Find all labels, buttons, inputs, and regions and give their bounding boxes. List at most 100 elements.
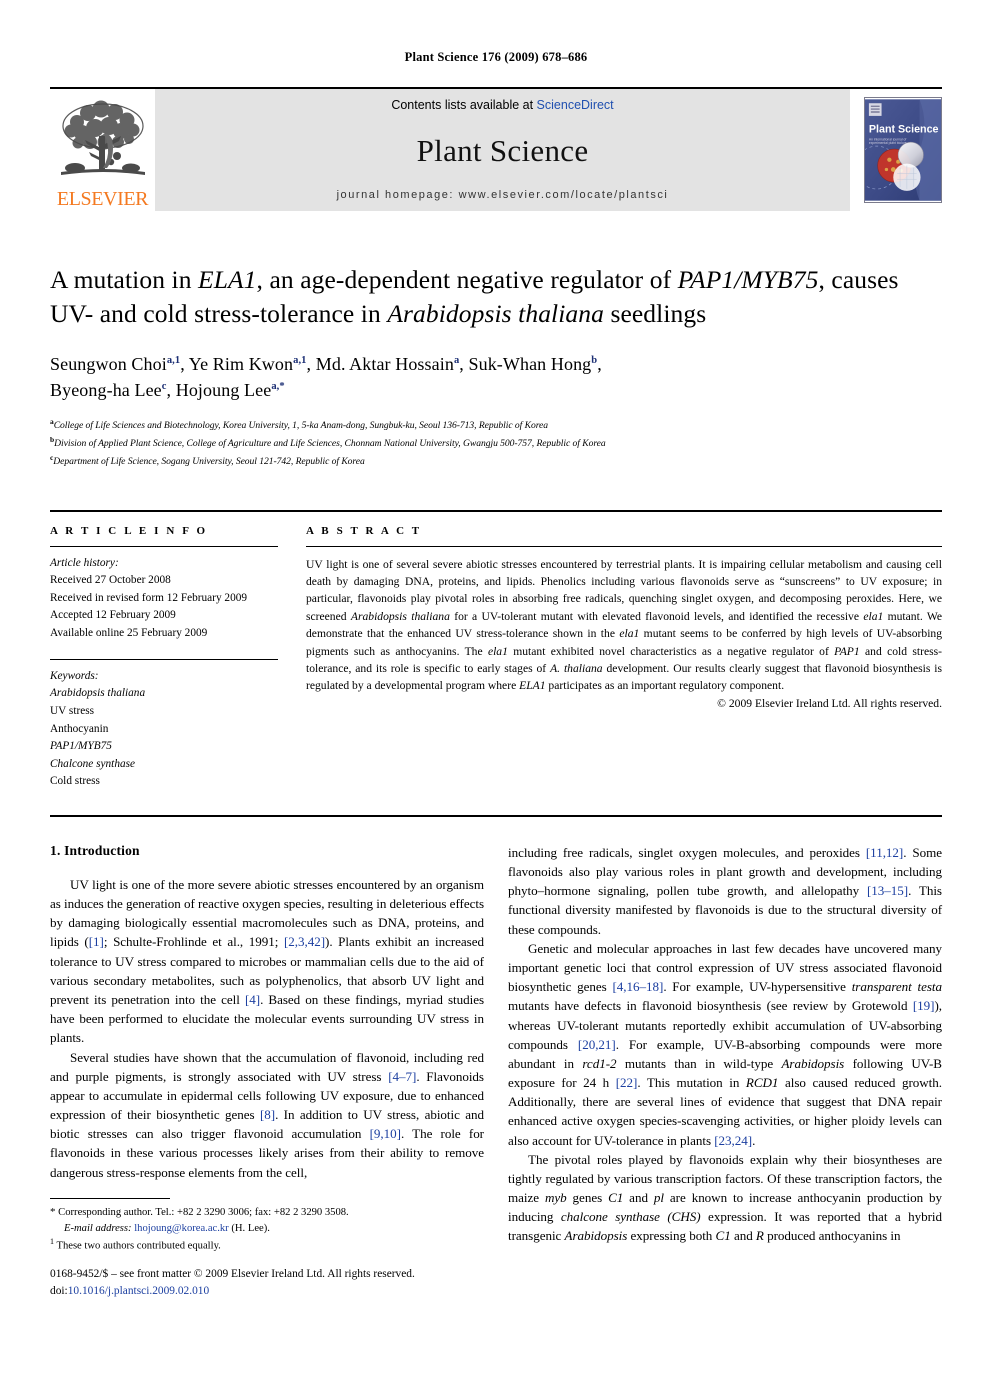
issn-copyright-line: 0168-9452/$ – see front matter © 2009 El… [50,1268,415,1280]
author-name: Md. Aktar Hossain [315,353,454,374]
citation-reference[interactable]: [22] [616,1075,638,1090]
page-footer: 0168-9452/$ – see front matter © 2009 El… [50,1266,550,1299]
citation-reference[interactable]: [8] [260,1107,275,1122]
paragraph: The pivotal roles played by flavonoids e… [508,1150,942,1246]
citation-reference[interactable]: [4] [245,992,260,1007]
journal-cover-thumbnail: Plant Science An international journal o… [850,89,942,211]
italic-term: rcd1-2 [582,1055,617,1071]
affiliation-text: Division of Applied Plant Science, Colle… [54,438,606,450]
keyword-item: UV stress [50,704,95,717]
footnote-corresponding-text: Corresponding author. Tel.: +82 2 3290 3… [58,1207,349,1218]
abstract-copyright: © 2009 Elsevier Ireland Ltd. All rights … [717,696,942,710]
footnote-rule [50,1198,170,1199]
sciencedirect-link[interactable]: ScienceDirect [537,98,614,112]
author-entry: Seungwon Choia,1, [50,354,189,374]
abstract-seg-italic: Arabidopsis thaliana [350,609,450,623]
journal-masthead: ELSEVIER Contents lists available at Sci… [50,86,942,211]
italic-term: transparent testa [851,979,942,995]
paragraph: Several studies have shown that the accu… [50,1048,484,1182]
article-info-label: A R T I C L E I N F O [50,524,208,537]
info-abstract-region: A R T I C L E I N F O Article history: R… [50,509,942,791]
paragraph: UV light is one of the more severe abiot… [50,875,484,1048]
abstract-text: UV light is one of several severe abioti… [306,547,942,695]
title-part-3: , [818,265,825,294]
footnote-corresponding-author: * Corresponding author. Tel.: +82 2 3290… [50,1204,484,1236]
citation-reference[interactable]: [19] [913,998,935,1013]
doi-value[interactable]: 10.1016/j.plantsci.2009.02.010 [68,1285,209,1297]
citation-reference[interactable]: [23,24] [714,1133,752,1148]
article-history-title: Article history: [50,556,119,569]
footnote-marker-1: 1 [50,1237,54,1247]
footnote-email-link[interactable]: lhojoung@korea.ac.kr [134,1223,228,1234]
article-info-column: A R T I C L E I N F O Article history: R… [50,525,278,791]
text-run: mutants have defects in flavonoid biosyn… [508,998,913,1014]
affiliation-list: aCollege of Life Sciences and Biotechnol… [50,416,942,469]
affiliation-text: College of Life Sciences and Biotechnolo… [53,420,549,432]
text-run: . [752,1132,756,1148]
body-top-rule [50,814,942,817]
citation-reference[interactable]: [9,10] [370,1126,401,1141]
abstract-seg-italic: ela1 [619,627,640,641]
italic-term: C1 [715,1228,731,1244]
journal-homepage-line[interactable]: journal homepage: www.elsevier.com/locat… [337,189,669,201]
doi-line: doi:10.1016/j.plantsci.2009.02.010 [50,1283,550,1300]
citation-reference[interactable]: [4,16–18] [612,979,663,994]
italic-term: myb [544,1190,567,1206]
keyword-item: Arabidopsis thaliana [50,687,146,700]
elsevier-wordmark: ELSEVIER [56,188,149,210]
journal-article-page: Plant Science 176 (2009) 678–686 ELSEVIE… [0,50,992,1373]
text-run: mutants than in wild-type [616,1055,782,1071]
text-run: genes [566,1190,609,1206]
contents-available-line: Contents lists available at ScienceDirec… [391,98,613,112]
citation-reference[interactable]: [4–7] [388,1069,416,1084]
body-columns: 1. Introduction UV light is one of the m… [50,843,942,1246]
author-name: Hojoung Lee [175,380,272,401]
text-run: and [623,1190,654,1206]
article-history-item: Received in revised form 12 February 200… [50,591,248,604]
abstract-seg-italic: A. thaliana [550,661,603,675]
author-name: Seungwon Choi [50,353,167,374]
title-gene-ela1: ELA1 [198,265,257,294]
italic-term: pl [653,1190,664,1206]
author-affil-marks[interactable]: a,1 [293,355,306,366]
article-history-item: Received 27 October 2008 [50,574,171,587]
citation-reference[interactable]: [2,3,42] [284,934,325,949]
body-column-left: 1. Introduction UV light is one of the m… [50,843,484,1246]
text-run: . For example, UV-hypersensitive [663,979,852,995]
paragraph: Genetic and molecular approaches in last… [508,939,942,1150]
article-history-item: Available online 25 February 2009 [50,627,208,640]
citation-reference[interactable]: [13–15] [867,883,908,898]
italic-term: R [755,1228,764,1244]
section-heading-introduction: 1. Introduction [50,842,140,858]
author-sep: , [597,353,602,374]
author-affil-marks[interactable]: a,1 [167,355,180,366]
journal-cover-image: Plant Science An international journal o… [864,97,942,203]
author-sep: , [459,353,469,374]
keywords-block: Keywords: Arabidopsis thaliana UV stress… [50,660,278,791]
author-name: Ye Rim Kwon [188,353,294,374]
journal-title: Plant Science [416,132,589,168]
page-title: A mutation in ELA1, an age-dependent neg… [50,263,942,331]
italic-term: chalcone synthase (CHS) [560,1209,701,1225]
citation-reference[interactable]: [1] [89,934,104,949]
footnote-email-label: E-mail address: [64,1222,132,1234]
affiliation-text: Department of Life Science, Sogang Unive… [53,456,365,468]
keywords-title: Keywords: [50,669,99,682]
keyword-item: Chalcone synthase [50,757,136,770]
running-head: Plant Science 176 (2009) 678–686 [404,50,588,64]
author-list: Seungwon Choia,1, Ye Rim Kwona,1, Md. Ak… [50,351,942,404]
title-part-1: A mutation in [50,265,199,294]
abstract-seg-italic: PAP1 [834,644,860,658]
abstract-seg: for a UV-tolerant mutant with elevated f… [449,609,864,623]
citation-reference[interactable]: [11,12] [866,845,903,860]
title-part-5: seedlings [603,298,707,328]
abstract-column: A B S T R A C T UV light is one of sever… [306,525,942,791]
author-sep: , [166,380,176,401]
info-divider-gap [50,643,278,659]
author-sep: , [306,353,316,374]
author-affil-marks[interactable]: a,* [271,381,284,392]
abstract-seg-italic: ela1 [863,609,884,623]
text-run: expressing both [627,1228,716,1244]
citation-reference[interactable]: [20,21] [578,1037,616,1052]
abstract-seg: participates as an important regulatory … [545,679,785,693]
